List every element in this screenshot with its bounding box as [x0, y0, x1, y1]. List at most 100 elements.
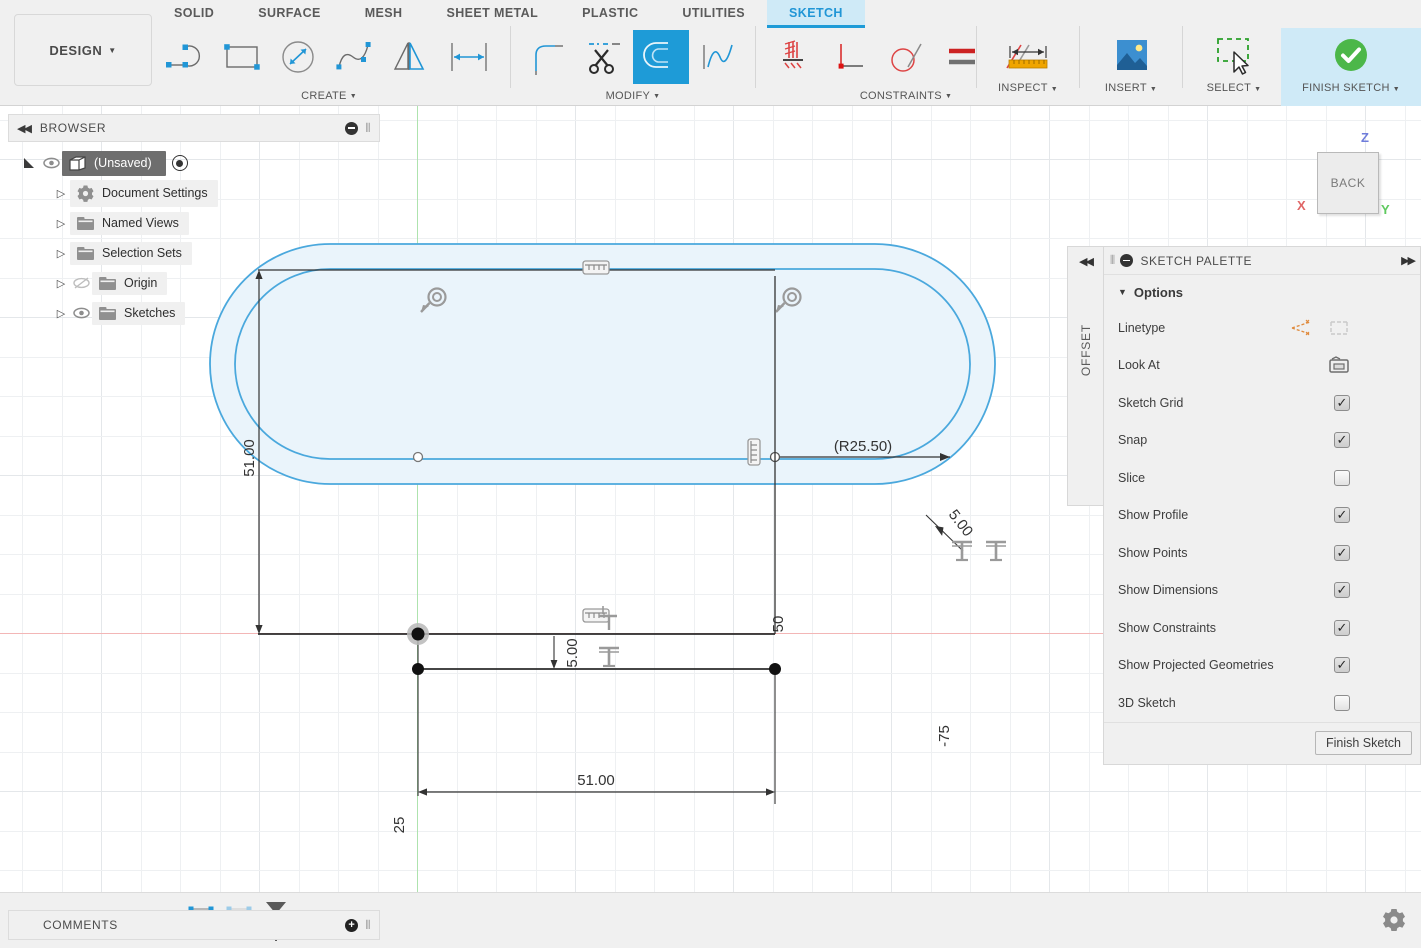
collapse-right-icon[interactable]: ▶▶ — [1401, 254, 1414, 267]
perpendicular-constraint-icon[interactable] — [822, 30, 878, 84]
fix-constraint-icon[interactable] — [766, 30, 822, 84]
fillet-icon[interactable] — [521, 30, 577, 84]
show-dimensions-checkbox[interactable] — [1334, 582, 1350, 598]
settings-gear-button[interactable] — [1381, 907, 1407, 933]
tab-surface[interactable]: SURFACE — [236, 0, 343, 27]
palette-row-show-profile[interactable]: Show Profile — [1104, 497, 1420, 535]
tab-mesh[interactable]: MESH — [343, 0, 425, 27]
browser-item-origin[interactable]: Origin — [92, 272, 167, 295]
slice-checkbox[interactable] — [1334, 470, 1350, 486]
add-comment-icon[interactable]: + — [345, 919, 358, 932]
trim-icon[interactable] — [577, 30, 633, 84]
view-cube-face[interactable]: BACK — [1317, 152, 1379, 214]
palette-row-slice[interactable]: Slice — [1104, 459, 1420, 497]
browser-item-selection-sets[interactable]: Selection Sets — [70, 242, 192, 265]
sketch-palette-header[interactable]: ⫴ SKETCH PALETTE ▶▶ — [1104, 247, 1420, 275]
expand-arrow-icon[interactable] — [22, 156, 40, 170]
sketch-grid-checkbox[interactable] — [1334, 395, 1350, 411]
curvature-icon[interactable] — [689, 30, 745, 84]
browser-item-unsaved[interactable]: (Unsaved) — [62, 151, 166, 176]
construction-line-icon[interactable] — [1290, 319, 1312, 337]
sketch-canvas[interactable]: 51.00 (R25.50) 50 — [0, 106, 1421, 948]
browser-item-document-settings[interactable]: Document Settings — [70, 180, 218, 207]
collapse-left-icon[interactable]: ◀◀ — [1079, 255, 1092, 268]
expand-arrow-icon[interactable]: ▷ — [52, 217, 70, 230]
offset-bottom-dimension[interactable]: 5.00 — [551, 636, 581, 669]
palette-row-show-constraints[interactable]: Show Constraints — [1104, 609, 1420, 647]
browser-header[interactable]: ◀◀ BROWSER ⫴ — [8, 114, 380, 142]
sketch-palette: ⫴ SKETCH PALETTE ▶▶ ▼ Options Linetype — [1103, 246, 1421, 765]
rectangle-icon[interactable] — [214, 30, 270, 84]
browser-row-selection-sets[interactable]: ▷ Selection Sets — [8, 238, 380, 268]
tab-utilities[interactable]: UTILITIES — [660, 0, 767, 27]
finish-sketch-palette-button[interactable]: Finish Sketch — [1315, 731, 1412, 755]
coincident-constraint-icon[interactable] — [599, 648, 619, 666]
ribbon-group-constraints-label[interactable]: CONSTRAINTS▼ — [860, 90, 952, 102]
palette-row-snap[interactable]: Snap — [1104, 422, 1420, 460]
select-button[interactable]: SELECT▼ — [1187, 28, 1281, 106]
show-points-checkbox[interactable] — [1334, 545, 1350, 561]
browser-item-named-views[interactable]: Named Views — [70, 212, 189, 235]
width-dimension[interactable]: 51.00 — [418, 772, 775, 796]
look-at-icon[interactable] — [1328, 355, 1350, 375]
perpendicular-constraint-icon[interactable] — [748, 439, 760, 465]
view-cube[interactable]: BACK Z X Y — [1295, 128, 1391, 228]
inspect-button[interactable]: INSPECT▼ — [981, 28, 1075, 106]
tab-sketch[interactable]: SKETCH — [767, 0, 865, 28]
visibility-eye-off-icon[interactable] — [70, 276, 92, 290]
browser-item-sketches[interactable]: Sketches — [92, 302, 185, 325]
resize-grip-icon[interactable]: ⫴ — [365, 121, 371, 136]
comments-panel[interactable]: COMMENTS + ⫴ — [8, 910, 380, 940]
browser-row-sketches[interactable]: ▷ Sketches — [8, 298, 380, 328]
sketch-points[interactable] — [407, 453, 781, 676]
drag-grip-icon[interactable]: ⫴ — [1110, 253, 1116, 268]
mirror-icon[interactable] — [382, 30, 438, 84]
offset-icon[interactable] — [633, 30, 689, 84]
line-icon[interactable] — [158, 30, 214, 84]
offset-distance-dimension[interactable]: 5.00 — [926, 506, 976, 551]
browser-row-unsaved[interactable]: (Unsaved) — [8, 148, 380, 178]
palette-row-3d-sketch[interactable]: 3D Sketch — [1104, 684, 1420, 722]
finish-sketch-button[interactable]: FINISH SKETCH▼ — [1281, 28, 1421, 106]
expand-arrow-icon[interactable]: ▷ — [52, 247, 70, 260]
expand-arrow-icon[interactable]: ▷ — [52, 277, 70, 290]
coincident-constraint-icon[interactable] — [986, 542, 1006, 560]
show-projected-geometries-checkbox[interactable] — [1334, 657, 1350, 673]
palette-row-sketch-grid[interactable]: Sketch Grid — [1104, 384, 1420, 422]
visibility-eye-icon[interactable] — [70, 307, 92, 319]
tab-sheet-metal[interactable]: SHEET METAL — [424, 0, 560, 27]
browser-row-named-views[interactable]: ▷ Named Views — [8, 208, 380, 238]
resize-grip-icon[interactable]: ⫴ — [365, 918, 371, 933]
ribbon-group-create-label[interactable]: CREATE▼ — [301, 90, 357, 102]
browser-row-document-settings[interactable]: ▷ Document Settings — [8, 178, 380, 208]
circle-icon[interactable] — [270, 30, 326, 84]
collapse-left-icon[interactable]: ◀◀ — [17, 122, 30, 135]
show-profile-checkbox[interactable] — [1334, 507, 1350, 523]
tangent-constraint-icon[interactable] — [878, 30, 934, 84]
offset-dialog-tab[interactable]: ◀◀ OFFSET — [1067, 246, 1103, 506]
palette-row-show-projected-geometries[interactable]: Show Projected Geometries — [1104, 647, 1420, 685]
browser-row-origin[interactable]: ▷ Origin — [8, 268, 380, 298]
horizontal-constraint-icon[interactable] — [583, 261, 609, 274]
tab-plastic[interactable]: PLASTIC — [560, 0, 660, 27]
three-d-sketch-checkbox[interactable] — [1334, 695, 1350, 711]
workspace-switcher-button[interactable]: DESIGN ▼ — [14, 14, 152, 86]
centerline-icon[interactable] — [1328, 319, 1350, 337]
palette-row-show-points[interactable]: Show Points — [1104, 534, 1420, 572]
expand-arrow-icon[interactable]: ▷ — [52, 187, 70, 200]
snap-checkbox[interactable] — [1334, 432, 1350, 448]
insert-button[interactable]: INSERT▼ — [1084, 28, 1178, 106]
tab-solid[interactable]: SOLID — [152, 0, 236, 27]
visibility-eye-icon[interactable] — [40, 157, 62, 169]
spline-icon[interactable] — [326, 30, 382, 84]
coincident-constraint-icon[interactable] — [952, 542, 972, 560]
expand-arrow-icon[interactable]: ▷ — [52, 307, 70, 320]
ribbon-group-modify-label[interactable]: MODIFY▼ — [606, 90, 661, 102]
palette-row-show-dimensions[interactable]: Show Dimensions — [1104, 572, 1420, 610]
minimize-icon[interactable] — [345, 122, 358, 135]
options-section-header[interactable]: ▼ Options — [1104, 275, 1420, 309]
show-constraints-checkbox[interactable] — [1334, 620, 1350, 636]
activate-component-radio[interactable] — [172, 155, 188, 171]
minimize-icon[interactable] — [1120, 254, 1133, 267]
sketch-dimension-icon[interactable] — [438, 30, 500, 84]
